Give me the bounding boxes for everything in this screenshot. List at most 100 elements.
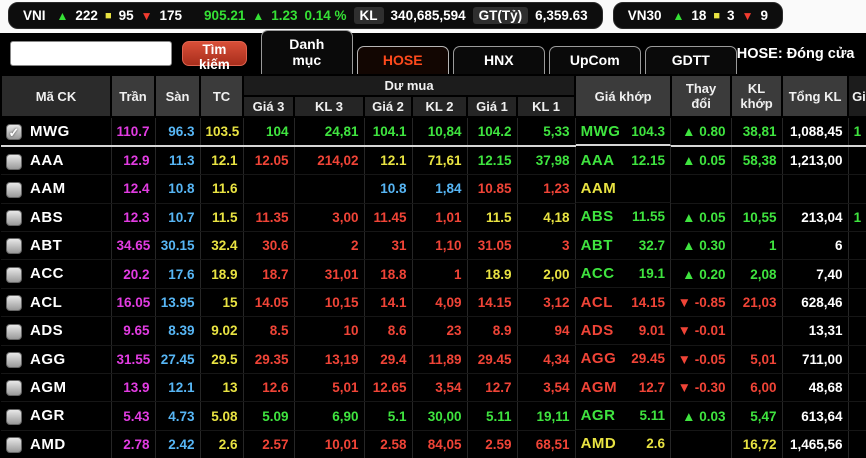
tab-hose[interactable]: HOSE [356,46,449,74]
row-checkbox[interactable] [6,266,22,283]
reference-price-cell: 29.5 [200,345,244,375]
table-row[interactable]: AGM 13.9 12.1 13 12.6 5,01 12.65 3,54 12.7 3,54 AG… [1,373,866,403]
row-checkbox[interactable] [6,323,22,340]
table-row[interactable]: AGG 31.55 27.45 29.5 29.35 13,19 29.4 11,89 29.4… [1,345,866,375]
ceiling-price-cell: 9.65 [111,316,156,346]
header-gia2[interactable]: Giá 2 [363,95,413,118]
table-row[interactable]: AAM 12.4 10.8 11.6 10.8 1,84 10.85 1,23 AAM [1,174,866,204]
advancers-icon: ▲ [672,8,685,23]
ask-price-partial-cell [848,373,866,403]
bid-vol3-cell: 31,01 [294,259,365,289]
table-row[interactable]: AMD 2.78 2.42 2.6 2.57 10,01 2.58 84,05 2.59 68,5… [1,430,866,458]
bid-price2-cell: 31 [364,231,413,261]
table-row[interactable]: ACC 20.2 17.6 18.9 18.7 31,01 18.8 1 18.9 2,00 ACC… [1,259,866,289]
vni-volume: 340,685,594 [390,8,466,23]
header-gia1[interactable]: Giá 1 [466,95,518,118]
matched-price-cell: AGM 12.7 [575,373,672,402]
ceiling-price-cell: 12.3 [111,203,156,233]
change-cell: ▼ -0.05 [671,345,732,375]
header-san[interactable]: Sàn [154,74,201,118]
header-tong-kl[interactable]: Tổng KL [781,74,850,118]
tab-hnx[interactable]: HNX [452,46,545,74]
bid-vol1-cell: 3 [517,231,576,261]
bid-price2-cell: 12.65 [364,373,413,403]
ask-price-partial-cell [848,146,866,176]
header-kl1[interactable]: KL 1 [515,95,577,118]
bid-vol3-cell: 5,01 [294,373,365,403]
matched-ticker: ABS [580,208,614,226]
header-gia-khop[interactable]: Giá khớp [574,74,673,118]
header-kl3[interactable]: KL 3 [293,95,365,118]
row-checkbox[interactable] [6,181,22,198]
row-checkbox[interactable] [6,238,22,255]
vn30-advancers: 18 [691,8,707,23]
row-checkbox[interactable] [6,210,22,227]
bid-price2-cell: 14.1 [364,288,413,318]
matched-price: 2.6 [646,436,666,452]
header-du-ban-partial: Giá [847,74,866,118]
matched-ticker: ABT [580,236,613,254]
bid-vol1-cell: 1,23 [517,174,576,204]
reference-price-cell: 2.6 [200,430,244,458]
header-thay-doi[interactable]: Thay đổi [670,74,733,118]
table-row[interactable]: AGR 5.43 4.73 5.08 5.09 6,90 5.1 30,00 5.11 19,11… [1,401,866,431]
header-kl-khop[interactable]: KL khớp [730,74,784,118]
search-input[interactable] [10,41,172,66]
reference-price-cell: 32.4 [200,231,244,261]
decliners-icon: ▼ [140,8,153,23]
bid-vol3-cell [294,174,365,204]
table-row[interactable]: ADS 9.65 8.39 9.02 8.5 10 8.6 23 8.9 94 ADS 9.01 ▼ -… [1,316,866,346]
table-row[interactable]: AAA 12.9 11.3 12.1 12.05 214,02 12.1 71,61 12.15… [1,146,866,176]
bid-vol3-cell: 10,01 [294,430,365,458]
vni-value: 905.21 [204,8,246,23]
vni-unchanged: 95 [118,8,134,23]
bid-vol2-cell: 4,09 [412,288,468,318]
total-volume-cell: 628,46 [782,288,849,318]
reference-price-cell: 12.1 [200,146,244,176]
change-cell [671,430,732,458]
bid-price1-cell: 31.05 [467,231,518,261]
row-checkbox[interactable]: ✓ [6,124,22,141]
matched-price: 9.01 [638,322,666,338]
bid-price2-cell: 8.6 [364,316,413,346]
matched-price-cell: ACL 14.15 [575,288,672,317]
bid-price3-cell [243,174,295,204]
search-button[interactable]: Tìm kiếm [182,41,247,72]
bid-vol1-cell: 68,51 [517,430,576,458]
tab-danh-mục[interactable]: Danh mục [260,30,353,74]
header-gia3[interactable]: Giá 3 [242,95,295,118]
ticker-symbol: ABT [30,237,63,255]
vni-change-pct: 0.14 % [304,8,347,23]
header-ma-ck[interactable]: Mã CK [0,74,112,118]
matched-ticker: AAM [580,179,617,197]
bid-price2-cell: 12.1 [364,146,413,176]
row-checkbox[interactable] [6,352,22,369]
table-row[interactable]: ACL 16.05 13.95 15 14.05 10,15 14.1 4,09 14.15 3,… [1,288,866,318]
stock-board-app: VNI ▲ 222 ■ 95 ▼ 175 905.21 ▲ 1.23 0.14 … [0,0,866,458]
value-label: GT(Tỷ) [472,7,529,24]
table-row[interactable]: ABT 34.65 30.15 32.4 30.6 2 31 1,10 31.05 3 ABT 32.… [1,231,866,261]
quote-table-body: ✓ MWG 110.7 96.3 103.5 104 24,81 104.1 10,84 104.… [1,117,866,458]
table-row[interactable]: ABS 12.3 10.7 11.5 11.35 3,00 11.45 1,01 11.5 4,1… [1,203,866,233]
header-kl2[interactable]: KL 2 [411,95,468,118]
matched-price-cell: ADS 9.01 [575,316,672,346]
vn30-unchanged: 3 [727,8,735,23]
header-tran[interactable]: Trần [110,74,156,118]
ask-price-partial-cell [848,288,866,318]
bid-vol2-cell: 1,01 [412,203,468,233]
row-checkbox[interactable] [6,295,22,312]
row-checkbox[interactable] [6,437,22,454]
tab-upcom[interactable]: UpCom [548,46,641,74]
bid-vol3-cell: 10,15 [294,288,365,318]
table-row[interactable]: ✓ MWG 110.7 96.3 103.5 104 24,81 104.1 10,84 104.… [1,117,866,148]
price-board-table: Mã CK Trần Sàn TC Dư mua Giá khớp Thay đ… [0,74,866,458]
header-tc[interactable]: TC [199,74,244,118]
row-checkbox[interactable] [6,153,22,170]
floor-price-cell: 17.6 [155,259,201,289]
row-checkbox[interactable] [6,408,22,425]
bid-price1-cell: 29.45 [467,345,518,375]
vni-index-pill: VNI ▲ 222 ■ 95 ▼ 175 905.21 ▲ 1.23 0.14 … [8,2,603,29]
bid-vol1-cell: 3,12 [517,288,576,318]
row-checkbox[interactable] [6,380,22,397]
tab-gdtt[interactable]: GDTT [644,46,737,74]
